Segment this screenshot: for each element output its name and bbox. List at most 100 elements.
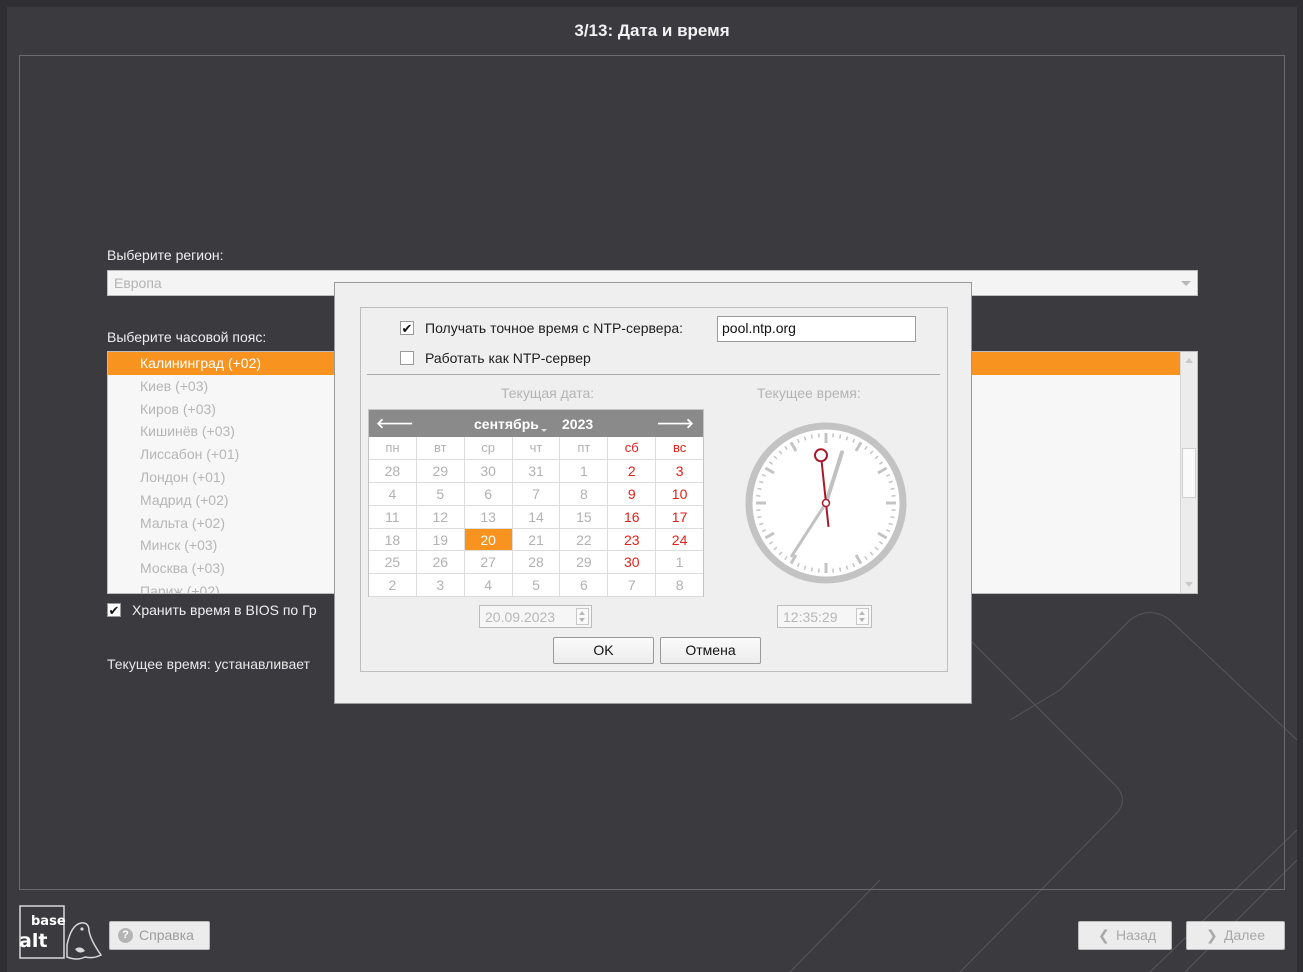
scroll-up-icon[interactable] — [1185, 358, 1193, 363]
calendar-day[interactable]: 9 — [608, 482, 657, 506]
calendar-week-row: 11 12 13 14 15 16 17 — [369, 505, 704, 529]
calendar-weekday: чт — [512, 437, 561, 460]
date-spinbox[interactable]: 20.09.2023 — [479, 605, 592, 628]
calendar-weekday: пн — [369, 437, 417, 460]
calendar-weekday: пт — [560, 437, 609, 460]
calendar-week-row: 25 26 27 28 29 30 1 — [369, 551, 704, 575]
logo-text-base: base — [31, 914, 66, 929]
next-label: Далее — [1224, 927, 1266, 943]
question-circle-icon: ? — [118, 928, 133, 943]
current-date-label: Текущая дата: — [501, 385, 595, 401]
back-label: Назад — [1116, 927, 1157, 943]
calendar-grid: пн вт ср чт пт сб вс 28 29 30 31 1 2 3 4 5 6 7 8 9 10 11 12 13 1… — [369, 437, 704, 598]
calendar-day[interactable]: 8 — [560, 482, 609, 506]
calendar-day[interactable]: 7 — [512, 482, 561, 506]
calendar-day[interactable]: 19 — [416, 528, 465, 552]
calendar-day[interactable]: 6 — [464, 482, 513, 506]
time-value: 12:35:29 — [783, 609, 838, 625]
calendar-weekday-row: пн вт ср чт пт сб вс — [369, 437, 704, 460]
scroll-down-icon[interactable] — [1185, 582, 1193, 587]
cancel-button[interactable]: Отмена — [660, 637, 761, 664]
clock-minute-tick — [838, 567, 842, 572]
calendar-day[interactable]: 23 — [608, 528, 657, 552]
calendar-month[interactable]: сентябрь — [474, 416, 547, 432]
clock-minute-tick — [757, 487, 762, 491]
clock-minute-tick — [890, 487, 895, 491]
calendar-day[interactable]: 1 — [656, 551, 704, 575]
calendar-year[interactable]: 2023 — [562, 416, 593, 432]
calendar-day[interactable]: 15 — [560, 505, 609, 529]
calendar-day[interactable]: 18 — [369, 528, 417, 552]
calendar-day[interactable]: 17 — [656, 506, 704, 529]
ok-button[interactable]: OK — [553, 637, 654, 664]
region-select-value: Европа — [114, 275, 162, 291]
scrollbar-thumb[interactable] — [1182, 448, 1196, 498]
help-button[interactable]: ? Справка — [109, 921, 210, 950]
calendar-day[interactable]: 29 — [416, 459, 465, 483]
spin-arrows-icon[interactable] — [576, 608, 589, 625]
calendar-day[interactable]: 3 — [656, 460, 704, 483]
calendar-day[interactable]: 2 — [608, 459, 657, 483]
timezone-scrollbar[interactable] — [1180, 352, 1197, 593]
calendar-day[interactable]: 1 — [560, 459, 609, 483]
datetime-dialog: ✔ Получать точное время с NTP-сервера: p… — [334, 282, 972, 704]
calendar-day[interactable]: 20 — [464, 528, 513, 552]
bios-checkbox[interactable]: ✔ — [107, 603, 121, 617]
calendar-week-row: 28 29 30 31 1 2 3 — [369, 459, 704, 483]
ntp-get-checkbox[interactable]: ✔ — [400, 321, 414, 335]
calendar-day[interactable]: 29 — [560, 551, 609, 575]
calendar-day[interactable]: 24 — [656, 529, 704, 552]
clock-minute-tick — [810, 567, 814, 572]
calendar-day[interactable]: 21 — [512, 528, 561, 552]
calendar-day[interactable]: 4 — [464, 574, 513, 598]
calendar-day[interactable]: 16 — [608, 505, 657, 529]
date-value: 20.09.2023 — [485, 609, 556, 625]
calendar-day[interactable]: 30 — [608, 551, 657, 575]
calendar-weekday: вт — [416, 437, 465, 460]
calendar-day[interactable]: 10 — [656, 483, 704, 506]
basealt-logo: base alt — [19, 905, 103, 960]
calendar-day[interactable]: 30 — [464, 459, 513, 483]
spin-arrows-icon[interactable] — [856, 608, 869, 625]
calendar-day[interactable]: 8 — [656, 574, 704, 598]
calendar-day[interactable]: 4 — [369, 482, 417, 506]
calendar-day[interactable]: 5 — [512, 574, 561, 598]
calendar-day[interactable]: 26 — [416, 551, 465, 575]
calendar-weekday: ср — [464, 437, 513, 460]
calendar-day[interactable]: 2 — [369, 574, 417, 598]
calendar-day[interactable]: 14 — [512, 505, 561, 529]
calendar-day[interactable]: 28 — [369, 459, 417, 483]
chevron-down-icon — [1181, 281, 1191, 286]
ntp-serve-checkbox[interactable] — [400, 351, 414, 365]
calendar-day[interactable]: 22 — [560, 528, 609, 552]
calendar-weekday: вс — [656, 437, 704, 460]
calendar-day[interactable]: 6 — [560, 574, 609, 598]
calendar-day[interactable]: 31 — [512, 459, 561, 483]
calendar-weekday: сб — [608, 437, 657, 460]
calendar-week-row: 18 19 20 21 22 23 24 — [369, 528, 704, 552]
back-button[interactable]: ❮ Назад — [1078, 921, 1172, 950]
calendar-day[interactable]: 11 — [369, 505, 417, 529]
calendar-week-row: 4 5 6 7 8 9 10 — [369, 482, 704, 506]
penguin-icon — [66, 922, 103, 960]
calendar-day[interactable]: 25 — [369, 551, 417, 575]
time-spinbox[interactable]: 12:35:29 — [777, 605, 872, 628]
calendar-day[interactable]: 3 — [416, 574, 465, 598]
ntp-serve-label: Работать как NTP-сервер — [425, 350, 591, 366]
calendar-day[interactable]: 12 — [416, 505, 465, 529]
window-title: 3/13: Дата и время — [574, 21, 730, 40]
ntp-server-input[interactable]: pool.ntp.org — [717, 316, 916, 342]
calendar-day[interactable]: 5 — [416, 482, 465, 506]
next-button[interactable]: ❯ Далее — [1186, 921, 1285, 950]
calendar-day[interactable]: 7 — [608, 574, 657, 598]
calendar-day[interactable]: 27 — [464, 551, 513, 575]
calendar-day[interactable]: 13 — [464, 505, 513, 529]
analog-clock — [745, 422, 907, 584]
region-label: Выберите регион: — [107, 247, 224, 263]
arrow-left-icon[interactable]: 🡐 — [376, 415, 414, 432]
clock-minute-tick — [890, 515, 895, 519]
calendar-day[interactable]: 28 — [512, 551, 561, 575]
arrow-right-icon[interactable]: 🡒 — [656, 415, 694, 432]
calendar: 🡐 сентябрь 2023 🡒 пн вт ср чт пт сб вс 28 29 30 31… — [368, 409, 704, 598]
chevron-left-icon: ❮ — [1098, 927, 1110, 943]
